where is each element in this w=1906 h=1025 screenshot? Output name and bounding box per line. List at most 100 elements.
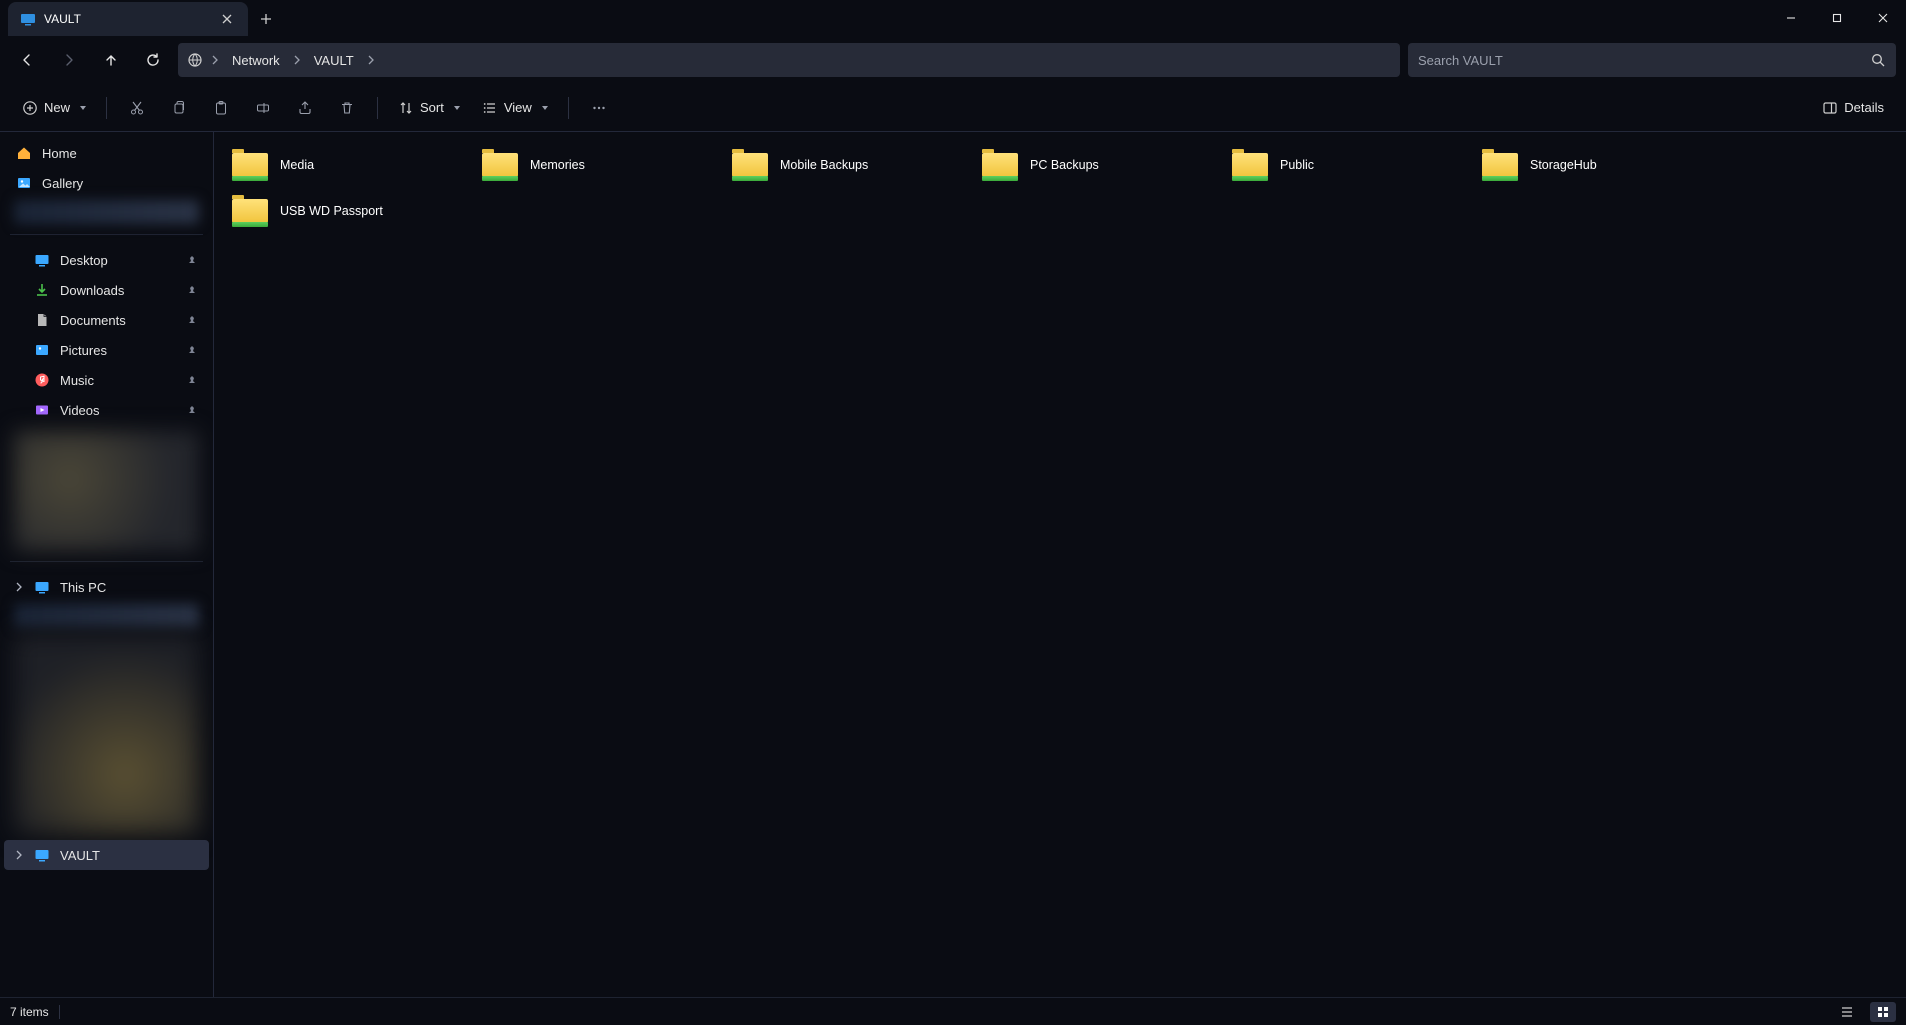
search-bar[interactable]	[1408, 43, 1896, 77]
sidebar-item-videos[interactable]: Videos	[4, 395, 209, 425]
chevron-right-icon[interactable]	[208, 47, 222, 73]
new-button[interactable]: New	[14, 91, 94, 125]
folder-item[interactable]: USB WD Passport	[224, 188, 474, 234]
network-folder-icon	[230, 193, 270, 229]
redacted-item	[14, 634, 199, 834]
network-folder-icon	[730, 147, 770, 183]
divider	[10, 234, 203, 235]
separator	[59, 1005, 60, 1019]
desktop-icon	[34, 252, 50, 268]
sidebar-item-label: Downloads	[60, 283, 124, 298]
view-button[interactable]: View	[474, 91, 556, 125]
address-bar[interactable]: Network VAULT	[178, 43, 1400, 77]
sidebar-item-downloads[interactable]: Downloads	[4, 275, 209, 305]
home-icon	[16, 145, 32, 161]
sidebar-item-thispc[interactable]: This PC	[4, 572, 209, 602]
minimize-button[interactable]	[1768, 0, 1814, 36]
tab-title: VAULT	[44, 12, 210, 26]
copy-button[interactable]	[161, 91, 197, 125]
status-item-count: 7 items	[10, 1005, 49, 1019]
folder-label: PC Backups	[1030, 158, 1099, 172]
status-bar: 7 items	[0, 997, 1906, 1025]
sidebar-item-vault[interactable]: VAULT	[4, 840, 209, 870]
network-folder-icon	[980, 147, 1020, 183]
sidebar-item-pictures[interactable]: Pictures	[4, 335, 209, 365]
new-label: New	[44, 100, 70, 115]
chevron-right-icon[interactable]	[12, 848, 26, 862]
sidebar-item-home[interactable]: Home	[4, 138, 209, 168]
more-button[interactable]	[581, 91, 617, 125]
pin-icon[interactable]	[187, 375, 197, 385]
content-area[interactable]: Media Memories Mobile Backups PC Backups…	[214, 132, 1906, 997]
paste-button[interactable]	[203, 91, 239, 125]
refresh-button[interactable]	[136, 43, 170, 77]
folder-item[interactable]: Mobile Backups	[724, 142, 974, 188]
cut-button[interactable]	[119, 91, 155, 125]
tab-close-button[interactable]	[218, 10, 236, 28]
back-button[interactable]	[10, 43, 44, 77]
share-button[interactable]	[287, 91, 323, 125]
search-input[interactable]	[1418, 53, 1862, 68]
details-view-toggle[interactable]	[1834, 1002, 1860, 1022]
redacted-item	[14, 431, 199, 551]
folder-item[interactable]: Memories	[474, 142, 724, 188]
pin-icon[interactable]	[187, 405, 197, 415]
pin-icon[interactable]	[187, 345, 197, 355]
folder-label: Mobile Backups	[780, 158, 868, 172]
folder-item[interactable]: Public	[1224, 142, 1474, 188]
network-folder-icon	[1230, 147, 1270, 183]
sidebar-item-label: Home	[42, 146, 77, 161]
pc-icon	[34, 579, 50, 595]
folder-item[interactable]: PC Backups	[974, 142, 1224, 188]
folder-item[interactable]: StorageHub	[1474, 142, 1724, 188]
delete-button[interactable]	[329, 91, 365, 125]
sort-button[interactable]: Sort	[390, 91, 468, 125]
downloads-icon	[34, 282, 50, 298]
network-location-icon	[186, 51, 204, 69]
tab-active[interactable]: VAULT	[8, 2, 248, 36]
pc-icon	[20, 11, 36, 27]
sidebar-item-desktop[interactable]: Desktop	[4, 245, 209, 275]
breadcrumb-network[interactable]: Network	[226, 47, 286, 73]
chevron-right-icon[interactable]	[364, 47, 378, 73]
toolbar: New Sort View Details	[0, 84, 1906, 132]
sidebar: Home Gallery Desktop Downloads Documents	[0, 132, 214, 997]
sidebar-item-label: VAULT	[60, 848, 100, 863]
sidebar-item-label: Gallery	[42, 176, 83, 191]
chevron-right-icon[interactable]	[290, 47, 304, 73]
details-label: Details	[1844, 100, 1884, 115]
sidebar-item-label: Documents	[60, 313, 126, 328]
maximize-button[interactable]	[1814, 0, 1860, 36]
sidebar-item-label: Desktop	[60, 253, 108, 268]
breadcrumb-vault[interactable]: VAULT	[308, 47, 360, 73]
pin-icon[interactable]	[187, 285, 197, 295]
sidebar-item-documents[interactable]: Documents	[4, 305, 209, 335]
redacted-item	[14, 604, 199, 628]
close-button[interactable]	[1860, 0, 1906, 36]
folder-label: Public	[1280, 158, 1314, 172]
pin-icon[interactable]	[187, 315, 197, 325]
redacted-item	[14, 200, 199, 224]
folder-item[interactable]: Media	[224, 142, 474, 188]
sidebar-item-music[interactable]: Music	[4, 365, 209, 395]
details-pane-button[interactable]: Details	[1814, 91, 1892, 125]
music-icon	[34, 372, 50, 388]
thumbnails-view-toggle[interactable]	[1870, 1002, 1896, 1022]
pin-icon[interactable]	[187, 255, 197, 265]
window-controls	[1768, 0, 1906, 36]
sidebar-item-label: Music	[60, 373, 94, 388]
network-folder-icon	[1480, 147, 1520, 183]
separator	[377, 97, 378, 119]
up-button[interactable]	[94, 43, 128, 77]
chevron-right-icon[interactable]	[12, 580, 26, 594]
sidebar-item-gallery[interactable]: Gallery	[4, 168, 209, 198]
new-tab-button[interactable]	[248, 2, 284, 36]
search-icon	[1870, 52, 1886, 68]
rename-button[interactable]	[245, 91, 281, 125]
divider	[10, 561, 203, 562]
forward-button[interactable]	[52, 43, 86, 77]
titlebar-drag[interactable]	[284, 0, 1768, 36]
chevron-down-icon	[542, 106, 548, 110]
folder-label: Media	[280, 158, 314, 172]
sidebar-item-label: Videos	[60, 403, 100, 418]
